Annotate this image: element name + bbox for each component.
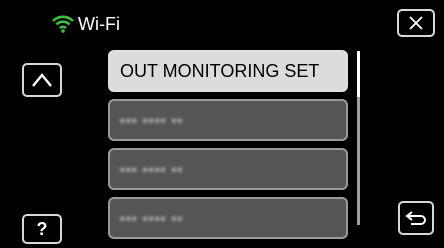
wifi-icon — [52, 15, 74, 33]
return-icon — [405, 211, 426, 225]
chevron-up-icon — [32, 73, 52, 87]
scroll-up-button[interactable] — [22, 63, 62, 97]
camera-menu-screen: Wi-Fi OUT MONITORING SET ▪▪▪ ▪▪▪▪ ▪▪ ▪▪▪… — [0, 0, 444, 248]
close-button[interactable] — [397, 9, 435, 37]
menu-item-3[interactable]: ▪▪▪ ▪▪▪▪ ▪▪ — [108, 148, 348, 190]
menu-item-label: ▪▪▪ ▪▪▪▪ ▪▪ — [120, 161, 184, 177]
menu-item-label: ▪▪▪ ▪▪▪▪ ▪▪ — [120, 112, 184, 128]
page-title: Wi-Fi — [78, 13, 120, 34]
help-icon: ? — [36, 218, 48, 239]
menu-item-label: ▪▪▪ ▪▪▪▪ ▪▪ — [120, 210, 184, 226]
close-icon — [409, 16, 423, 30]
menu-item-2[interactable]: ▪▪▪ ▪▪▪▪ ▪▪ — [108, 99, 348, 141]
menu-item-out-monitoring-set[interactable]: OUT MONITORING SET — [108, 50, 348, 92]
return-button[interactable] — [398, 201, 434, 235]
menu-item-4[interactable]: ▪▪▪ ▪▪▪▪ ▪▪ — [108, 197, 348, 239]
menu-item-label: OUT MONITORING SET — [120, 60, 320, 81]
help-button[interactable]: ? — [22, 214, 62, 244]
scrollbar-thumb[interactable] — [357, 51, 360, 97]
header: Wi-Fi — [52, 12, 120, 36]
